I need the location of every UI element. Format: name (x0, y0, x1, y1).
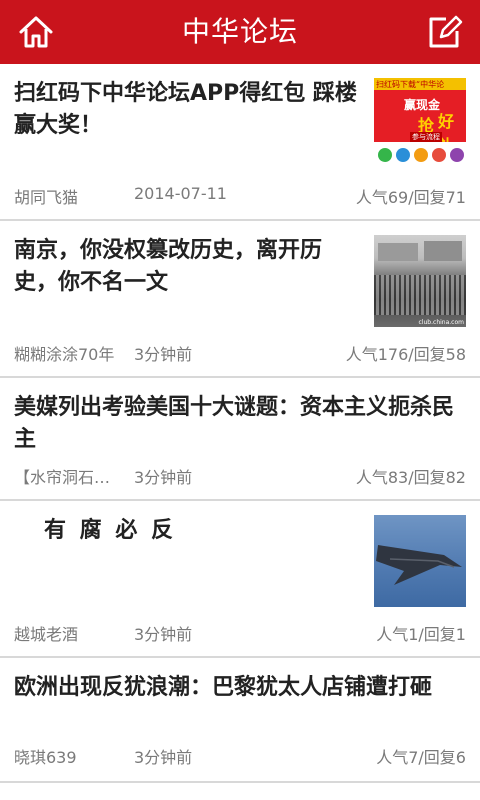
post-item[interactable]: 欧洲出现反犹浪潮：巴黎犹太人店铺遭打砸 晓琪639 3分钟前 人气7/回复6 (0, 658, 480, 783)
post-thumbnail: club.china.com (374, 235, 466, 327)
app-header: 中华论坛 (0, 0, 480, 64)
post-thumbnail (374, 515, 466, 607)
post-item[interactable]: 美媒列出考验美国十大谜题：资本主义扼杀民主 【水帘洞石… 3分钟前 人气83/回… (0, 378, 480, 501)
compose-button[interactable] (424, 12, 464, 52)
post-stats: 人气69/回复71 (355, 188, 466, 207)
thumb-text: 赢现金 (404, 98, 441, 112)
post-title: 欧洲出现反犹浪潮：巴黎犹太人店铺遭打砸 (14, 675, 433, 700)
thumb-text: 扫红码下载“中华论 (376, 80, 445, 89)
post-item[interactable]: 扫红码下中华论坛APP得红包 踩楼赢大奖！ 扫红码下载“中华论 赢现金 抢 好礼… (0, 64, 480, 221)
post-stats: 人气7/回复6 (376, 748, 466, 767)
thumb-caption: club.china.com (418, 319, 464, 326)
post-thumbnail: 扫红码下载“中华论 赢现金 抢 好礼 参与流程 (374, 78, 466, 170)
post-list: 扫红码下中华论坛APP得红包 踩楼赢大奖！ 扫红码下载“中华论 赢现金 抢 好礼… (0, 64, 480, 783)
post-time: 3分钟前 (134, 625, 193, 644)
post-item[interactable]: 南京，你没权篡改历史，离开历史，你不名一文 club.china.com 糊糊涂… (0, 221, 480, 378)
post-title: 美媒列出考验美国十大谜题：资本主义扼杀民主 (14, 395, 455, 452)
post-time: 3分钟前 (134, 748, 193, 767)
post-stats: 人气83/回复82 (355, 468, 466, 487)
thumb-text: 参与流程 (410, 132, 442, 142)
stealth-bomber-image (376, 545, 462, 585)
post-stats: 人气1/回复1 (376, 625, 466, 644)
page-title: 中华论坛 (181, 15, 298, 48)
post-item[interactable]: 有 腐 必 反 越城老酒 3分钟前 人气1/回复1 (0, 501, 480, 658)
post-author[interactable]: 晓琪639 (14, 744, 77, 768)
post-author[interactable]: 越城老酒 (14, 621, 78, 645)
post-author[interactable]: 胡同飞猫 (14, 184, 78, 208)
edit-icon (429, 15, 463, 48)
post-title: 有 腐 必 反 (44, 518, 176, 543)
post-stats: 人气176/回复58 (345, 345, 466, 364)
post-title: 南京，你没权篡改历史，离开历史，你不名一文 (14, 238, 323, 295)
post-time: 2014-07-11 (134, 184, 227, 203)
post-title: 扫红码下中华论坛APP得红包 踩楼赢大奖！ (14, 81, 357, 138)
post-author[interactable]: 糊糊涂涂70年 (14, 341, 114, 365)
post-author[interactable]: 【水帘洞石… (14, 464, 124, 488)
post-time: 3分钟前 (134, 468, 193, 487)
post-time: 3分钟前 (134, 345, 193, 364)
